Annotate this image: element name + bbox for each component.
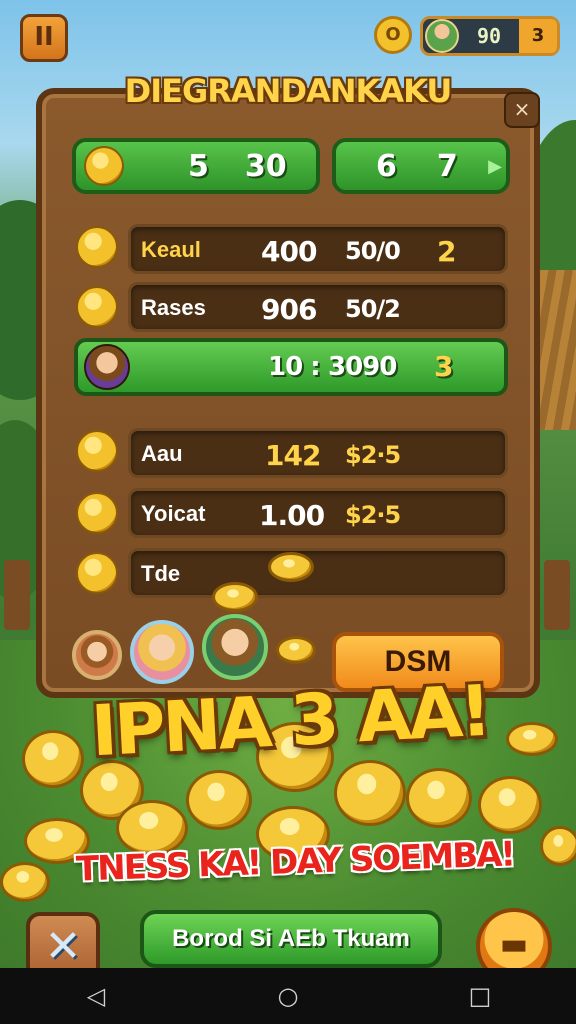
gear-icon[interactable]: O	[374, 16, 412, 54]
currency-badge[interactable]: 3	[519, 19, 557, 53]
system-nav-bar: ◁ ○ □	[0, 968, 576, 1024]
row-value: 50/2	[345, 295, 401, 323]
panel-title: DIEGRANDANKAKU	[124, 72, 453, 110]
row-label: Yoicat	[141, 501, 206, 526]
stat-row: Rases 906 50/2	[128, 282, 508, 332]
stat-value-b: 30	[244, 148, 287, 184]
stat-value-b: 7	[436, 148, 458, 184]
row-value: 906	[261, 293, 317, 326]
home-icon[interactable]: ○	[258, 982, 318, 1010]
row-value: 50/0	[345, 237, 401, 265]
currency-counter[interactable]: 90 3	[420, 16, 560, 56]
row-value: $2·5	[345, 441, 401, 469]
stat-pill-coins: 5 30	[72, 138, 320, 194]
stat-row: Aau 142 $2·5	[128, 428, 508, 478]
stat-row: Tde	[128, 548, 508, 598]
stat-pill-level: 6 7 ▶	[332, 138, 510, 194]
coin-icon	[76, 430, 118, 472]
player-avatar-icon	[425, 19, 459, 53]
coin-icon	[76, 492, 118, 534]
row-value: 3090	[328, 352, 397, 382]
panel-close-button[interactable]: ×	[504, 92, 540, 128]
row-label: Keaul	[141, 237, 201, 262]
coin-icon	[76, 226, 118, 268]
pause-button[interactable]: II	[20, 14, 68, 62]
friend-avatar[interactable]	[72, 630, 122, 680]
share-button[interactable]: Borod Si AEb Tkuam	[140, 910, 442, 968]
row-value: 1.00	[259, 499, 325, 532]
stat-row: Yoicat 1.00 $2·5	[128, 488, 508, 538]
back-icon[interactable]: ◁	[66, 982, 126, 1010]
coin-icon	[76, 552, 118, 594]
coin-icon	[84, 146, 124, 186]
row-label: Aau	[141, 441, 183, 466]
friend-avatar[interactable]	[202, 614, 268, 680]
row-value: 142	[265, 439, 321, 472]
coin-icon	[76, 286, 118, 328]
row-value: 10 :	[268, 352, 321, 382]
arrow-right-icon: ▶	[488, 155, 502, 177]
currency-value: 90	[477, 24, 502, 48]
row-value: 3	[434, 350, 454, 383]
row-value: $2·5	[345, 501, 401, 529]
highlighted-row: 10 : 3090 3	[74, 338, 508, 396]
friend-avatar[interactable]	[130, 620, 194, 684]
row-label: Tde	[141, 561, 181, 586]
stat-value-a: 5	[188, 148, 209, 184]
player-avatar-icon	[84, 344, 130, 390]
row-label: Rases	[141, 295, 206, 320]
stat-value-a: 6	[376, 148, 397, 184]
row-value: 2	[437, 235, 457, 268]
row-value: 400	[261, 235, 317, 268]
stat-row: Keaul 400 50/0 2	[128, 224, 508, 274]
recents-icon[interactable]: □	[450, 982, 510, 1010]
